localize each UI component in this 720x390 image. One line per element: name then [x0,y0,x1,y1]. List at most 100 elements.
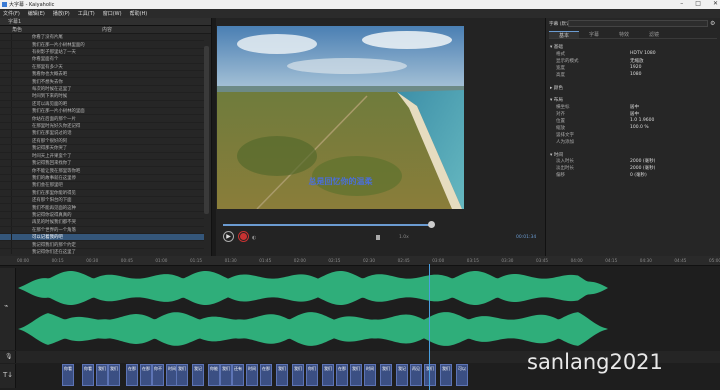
property-value[interactable]: 2000 (毫秒) [600,158,655,164]
subtitle-clip[interactable]: 我们 [424,364,436,386]
subtitle-clip[interactable]: 时间 [364,364,376,386]
subtitle-clip[interactable]: 我们 [380,364,392,386]
subtitle-clip[interactable]: 在那 [140,364,152,386]
menu-edit[interactable]: 编辑(E) [28,10,45,17]
mic-icon[interactable]: 🎙 [5,353,13,360]
tab-subtitle[interactable]: 字幕 [579,31,609,38]
property-row[interactable]: 横坐标 居中 [550,104,718,110]
list-item[interactable]: 我记得我们的那个约定 [0,241,204,249]
property-row[interactable]: 竖排文字 [550,132,718,138]
speed-label[interactable]: 1.0x [399,235,409,240]
subtitle-clip[interactable]: 可以 [456,364,468,386]
list-item[interactable]: 还有那个很好的阿 [0,137,204,146]
tab-effects[interactable]: 特效 [609,31,639,38]
property-value[interactable]: 无缩放 [600,58,644,64]
list-item[interactable]: 我看你也大概去吧 [0,71,204,79]
property-row[interactable]: 人为添加 [550,139,718,145]
tab-filter[interactable]: 滤镜 [639,31,669,38]
subtitle-clip[interactable]: 在那 [126,364,138,386]
preset-select[interactable] [568,20,708,27]
menu-window[interactable]: 窗口(W) [103,10,122,17]
list-item[interactable]: 有树影子那里站了一天 [0,48,204,57]
subtitle-clip[interactable]: 我记 [192,364,204,386]
property-value[interactable]: 居中 [600,104,639,110]
section-header[interactable]: ▸ 颜色 [550,85,563,91]
property-row[interactable]: 对齐 居中 [550,111,718,117]
subtitle-clip[interactable]: 你能 [208,364,220,386]
playhead[interactable] [429,264,430,390]
property-row[interactable]: 高度 1080 [550,72,718,78]
subtitle-list[interactable]: 你看了没有片尾 我们在那一片小树林里面的 有树影子那里站了一天 你看里面有个 在那里有多… [0,34,204,254]
list-item[interactable]: 你站在后面的那个一片 [0,115,204,123]
property-row[interactable]: 淡出时长 2000 (毫秒) [550,165,718,171]
property-value[interactable]: 居中 [600,111,639,117]
property-row[interactable]: 缩放 100.0 % [550,125,718,131]
menu-file[interactable]: 文件(F) [3,10,20,17]
maximize-icon[interactable]: □ [695,0,701,7]
property-value[interactable]: 0 (毫秒) [600,172,647,178]
subtitle-clip[interactable]: 在那 [336,364,348,386]
subtitle-clip[interactable]: 你看 [82,364,94,386]
list-item[interactable]: 我记得你说得真真的 [0,211,204,220]
list-item[interactable]: 我们不想失去你 [0,78,204,86]
list-item[interactable]: 我们在那一片小树林里面的 [0,41,204,49]
subtitle-clip[interactable]: 还有 [232,364,244,386]
column-content[interactable]: 内容 [32,26,182,33]
list-item[interactable]: 还可以再见面的吧 [0,100,204,109]
subtitle-clip[interactable]: 你看 [62,364,74,386]
progress-handle[interactable] [428,221,435,228]
subtitle-clip[interactable]: 我们 [276,364,288,386]
property-value[interactable]: HDTV 1080 [600,51,656,56]
list-item[interactable]: 我们在那里你能听得见 [0,189,204,197]
property-row[interactable]: 格式 HDTV 1080 [550,51,718,57]
volume-handle[interactable] [376,235,380,240]
subtitle-clip[interactable]: 我们 [322,364,334,386]
subtitle-clip[interactable]: 我们 [96,364,108,386]
list-item[interactable]: 我们会在那里吧 [0,182,204,190]
audio-waveform[interactable] [18,267,718,351]
menu-tools[interactable]: 工具(T) [78,10,95,17]
subtitle-clip[interactable]: 我们 [292,364,304,386]
list-scrollbar[interactable] [204,46,209,214]
step-icon[interactable]: ◐ [252,235,256,241]
subtitle-clip[interactable]: 你们 [306,364,318,386]
property-value[interactable]: 100.0 % [600,125,649,130]
section-header[interactable]: ▾ 时间 [550,152,563,158]
list-item[interactable]: 每次的时候在这里了 [0,85,204,94]
list-item[interactable]: 我们不能再见面的这种 [0,204,204,212]
property-row[interactable]: 淡入时长 2000 (毫秒) [550,158,718,164]
list-item[interactable]: 我们在那一片小树林的里面 [0,108,204,116]
property-row[interactable]: 偏移 0 (毫秒) [550,172,718,178]
subtitle-clip[interactable]: 我们 [350,364,362,386]
list-item[interactable]: 可以记着我的吧 [0,233,204,242]
subtitle-clip[interactable]: 时间 [246,364,258,386]
list-item[interactable]: 我们在那里说过的话 [0,130,204,138]
property-value[interactable]: 1080 [600,72,641,77]
minimize-icon[interactable]: – [680,0,683,7]
text-track-icon[interactable]: T↓ [3,371,13,379]
property-value[interactable]: 1920 [600,65,641,70]
property-row[interactable]: 显示的模式 无缩放 [550,58,718,64]
video-frame[interactable]: 总是回忆你的温柔 [217,26,464,209]
close-icon[interactable]: ✕ [713,0,718,7]
list-item[interactable]: 时间天上开果蛮个了 [0,152,204,160]
list-item[interactable]: 在那个世界的一个角落 [0,226,204,234]
list-item[interactable]: 你看了没有片尾 [0,34,204,42]
play-button[interactable]: ▶ [223,231,234,242]
list-item[interactable]: 我记得我回来找你了 [0,159,204,168]
audio-track-icon[interactable]: ⌁ [4,302,8,310]
tab-subtitle-1[interactable]: 字幕1 [8,18,21,25]
subtitle-clip[interactable]: 我们 [176,364,188,386]
progress-track[interactable] [223,224,433,226]
column-role[interactable]: 角色 [12,26,32,33]
settings-icon[interactable]: ⚙ [710,20,715,27]
time-ruler[interactable]: 00:00 00:15 00:30 00:45 01:00 01:15 01:30 01:45… [0,256,720,266]
list-item[interactable]: 再见的时候我们都不哭 [0,219,204,227]
property-value[interactable]: 2000 (毫秒) [600,165,655,171]
subtitle-clip[interactable]: 我记 [396,364,408,386]
property-row[interactable]: 宽度 1920 [550,65,718,71]
section-header[interactable]: ▾ 布局 [550,97,563,103]
list-item[interactable]: 在那里时光好久你还记得 [0,122,204,131]
menu-play[interactable]: 播放(P) [53,10,70,17]
tab-basic[interactable]: 基本 [549,31,579,39]
